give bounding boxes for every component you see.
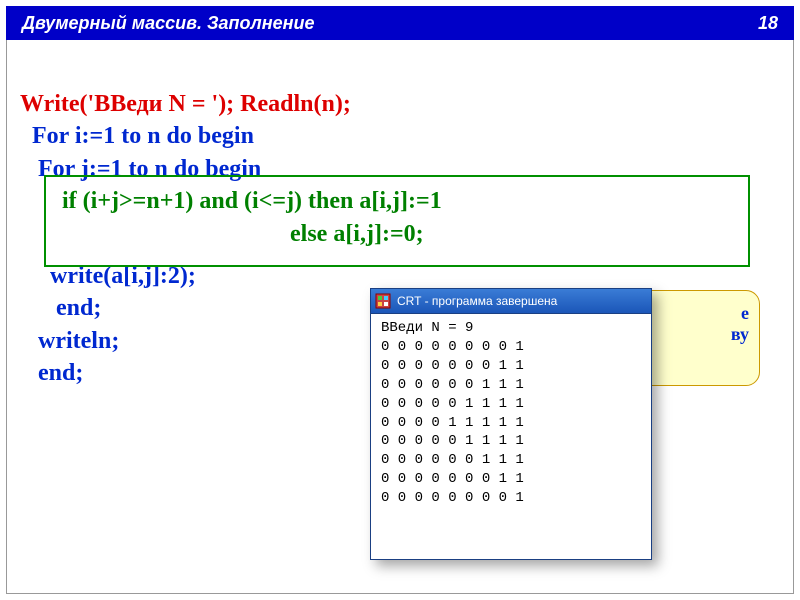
crt-window: CRT - программа завершена ВВеди N = 9 0 … [370,288,652,560]
highlight-box [44,175,750,267]
code-write: Write('ВВеди N = '); [20,91,240,117]
code-for-i: For i:=1 to n do begin [20,120,442,152]
app-icon [375,293,391,309]
crt-prompt: ВВеди N = 9 [381,320,641,336]
crt-matrix: 0 0 0 0 0 0 0 0 1 0 0 0 0 0 0 0 1 1 0 0 … [381,338,641,508]
slide-page-number: 18 [758,13,778,34]
slide-title: Двумерный массив. Заполнение [22,13,315,34]
crt-title: CRT - программа завершена [397,294,557,308]
slide-header: Двумерный массив. Заполнение 18 [6,6,794,40]
code-readln: Readln(n); [240,91,351,117]
crt-output: ВВеди N = 9 0 0 0 0 0 0 0 0 1 0 0 0 0 0 … [370,314,652,560]
crt-titlebar: CRT - программа завершена [370,288,652,314]
